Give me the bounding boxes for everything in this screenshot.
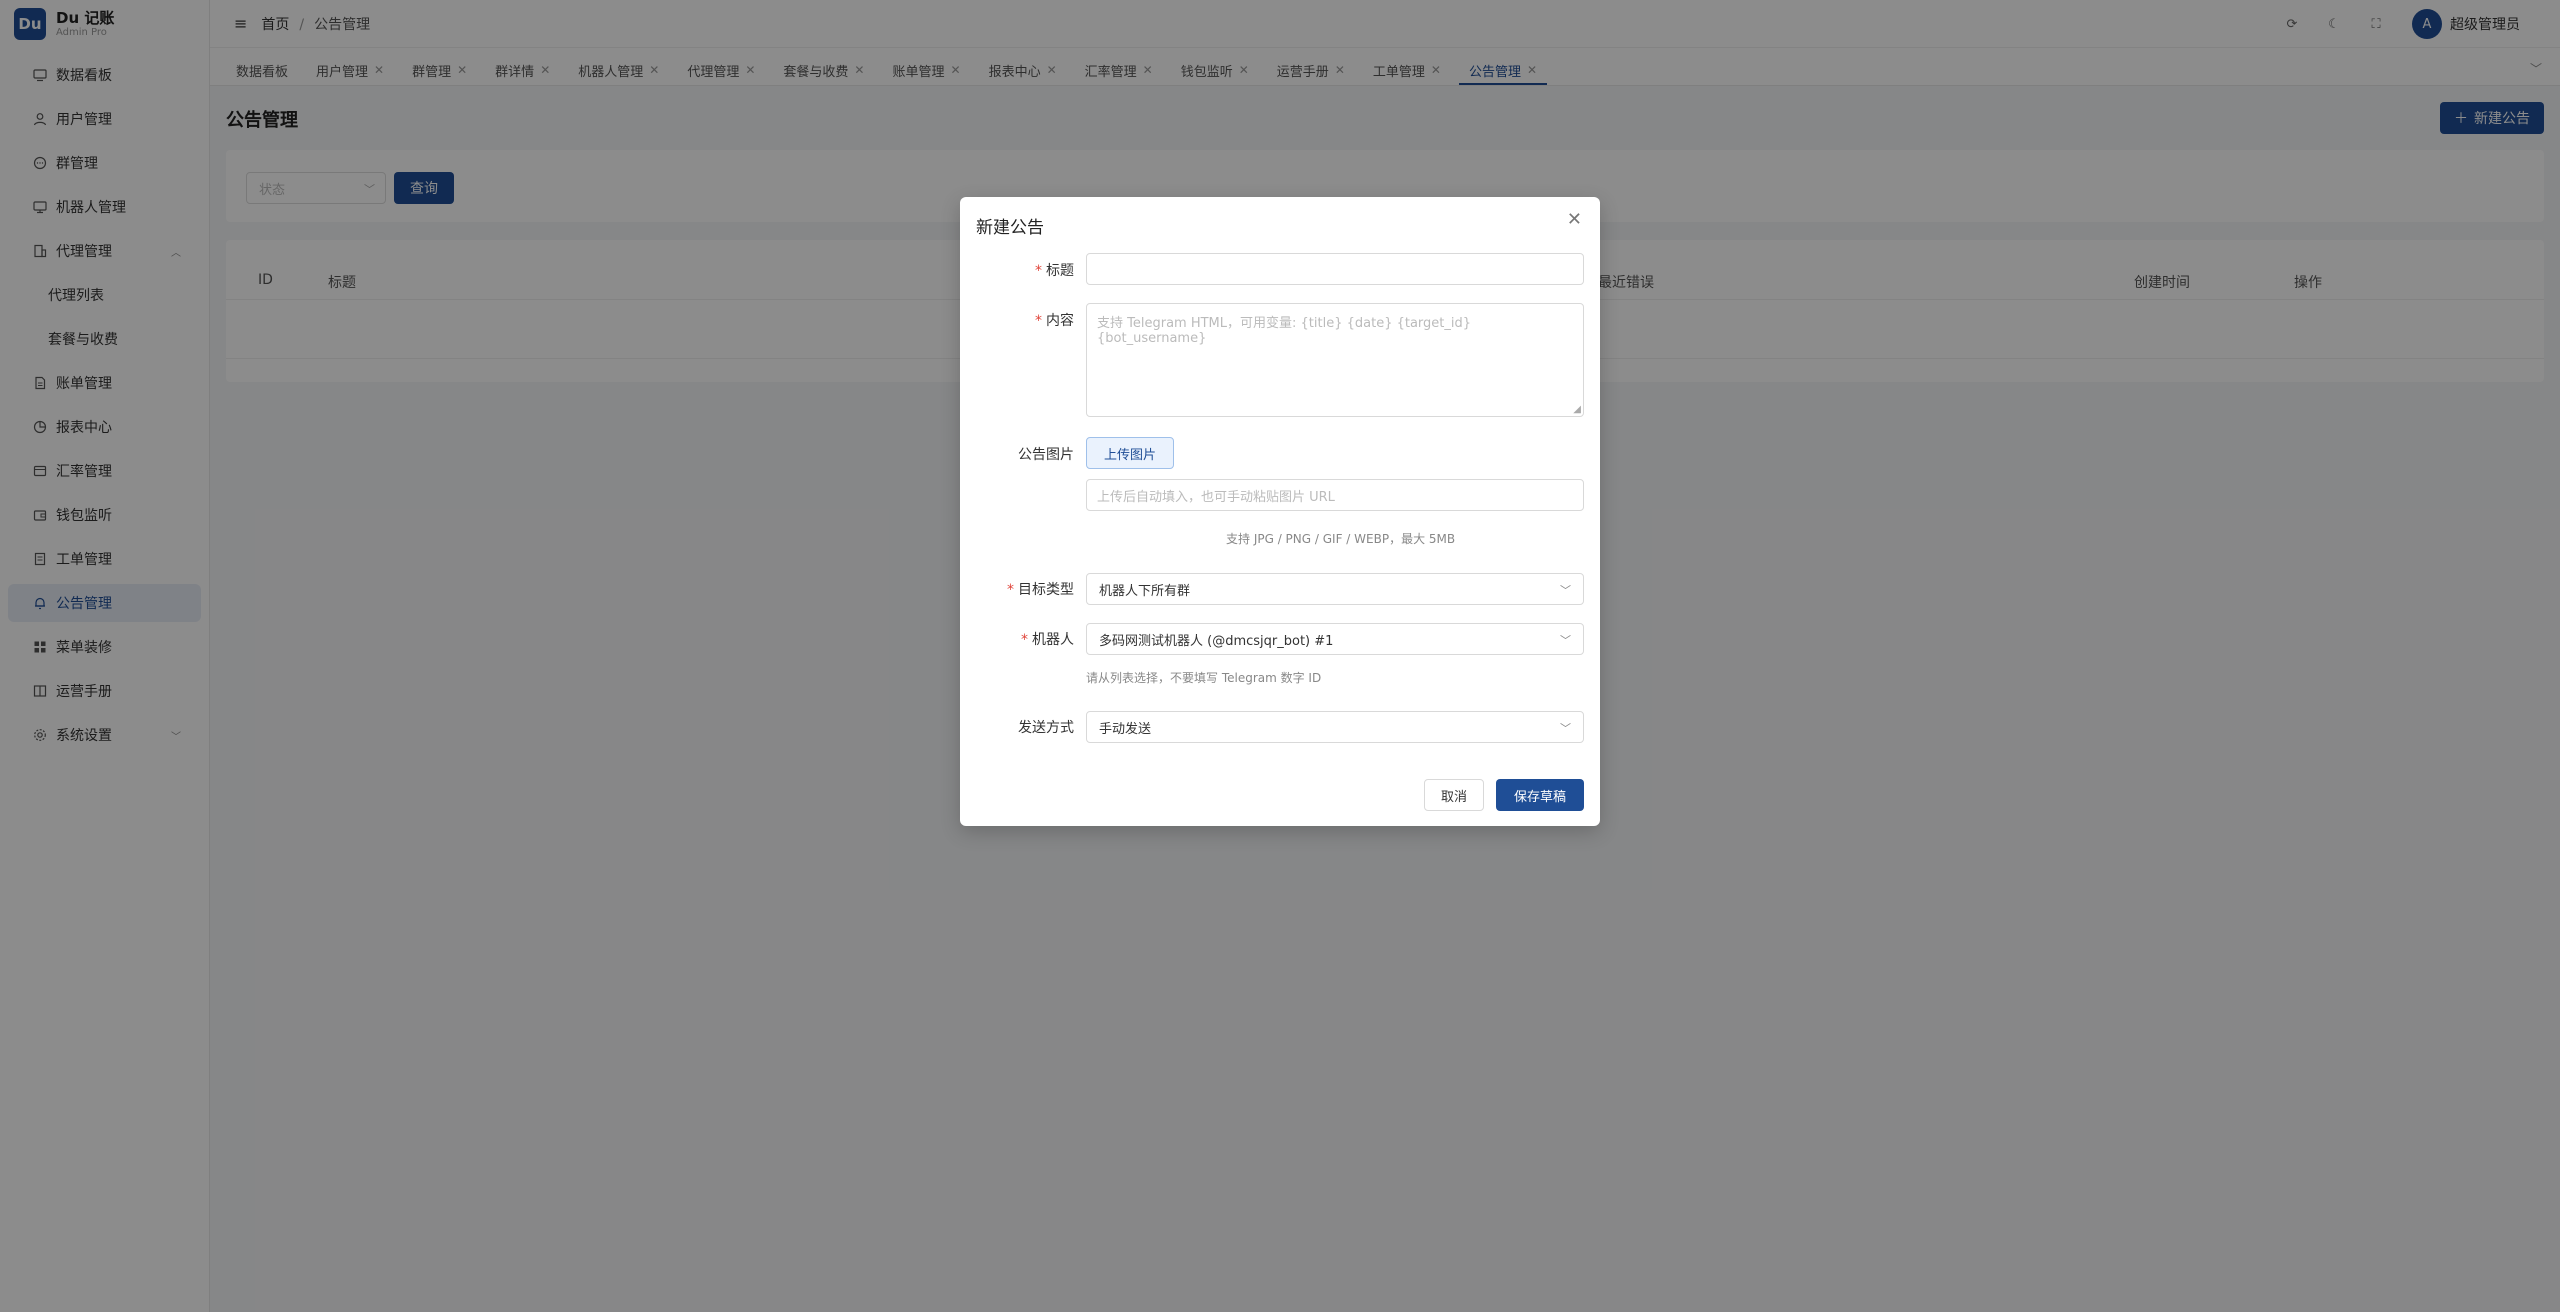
input-placeholder: 上传后自动填入，也可手动粘贴图片 URL [1097,489,1335,505]
content-label: * 内容 [1035,313,1074,329]
image-label: 公告图片 [1018,447,1074,463]
select-value: 手动发送 [1099,721,1152,737]
upload-image-button[interactable]: 上传图片 [1086,437,1174,469]
resize-handle-icon[interactable]: ◢ [1573,404,1581,415]
chevron-down-icon: ﹀ [1560,584,1571,597]
image-hint: 支持 JPG / PNG / GIF / WEBP，最大 5MB [1226,532,1456,546]
select-value: 多码网测试机器人 (@dmcsjqr_bot) #1 [1099,633,1334,649]
target-type-select[interactable]: 机器人下所有群 ﹀ [1086,573,1584,605]
chevron-down-icon: ﹀ [1560,722,1571,735]
cancel-button[interactable]: 取消 [1424,779,1484,811]
bot-select[interactable]: 多码网测试机器人 (@dmcsjqr_bot) #1 ﹀ [1086,623,1584,655]
select-value: 机器人下所有群 [1099,583,1191,599]
dialog-title: 新建公告 [976,218,1044,238]
content-textarea[interactable]: 支持 Telegram HTML，可用变量: {title} {date} {t… [1086,303,1584,417]
chevron-down-icon: ﹀ [1560,634,1571,647]
image-url-input[interactable]: 上传后自动填入，也可手动粘贴图片 URL [1086,479,1584,511]
bot-label: * 机器人 [1021,632,1074,648]
save-draft-button[interactable]: 保存草稿 [1496,779,1584,811]
title-label: * 标题 [1035,263,1074,279]
new-announcement-dialog: 新建公告 ✕ * 标题 * 内容 支持 Telegram HTML，可用变量: {t… [960,197,1600,826]
textarea-placeholder: 支持 Telegram HTML，可用变量: {title} {date} {t… [1097,316,1472,346]
send-mode-select[interactable]: 手动发送 ﹀ [1086,711,1584,743]
bot-hint: 请从列表选择，不要填写 Telegram 数字 ID [1086,671,1322,685]
close-icon[interactable]: ✕ [1567,209,1582,230]
target-type-label: * 目标类型 [1007,582,1074,598]
send-mode-label: 发送方式 [1018,720,1074,736]
title-input[interactable] [1086,253,1584,285]
